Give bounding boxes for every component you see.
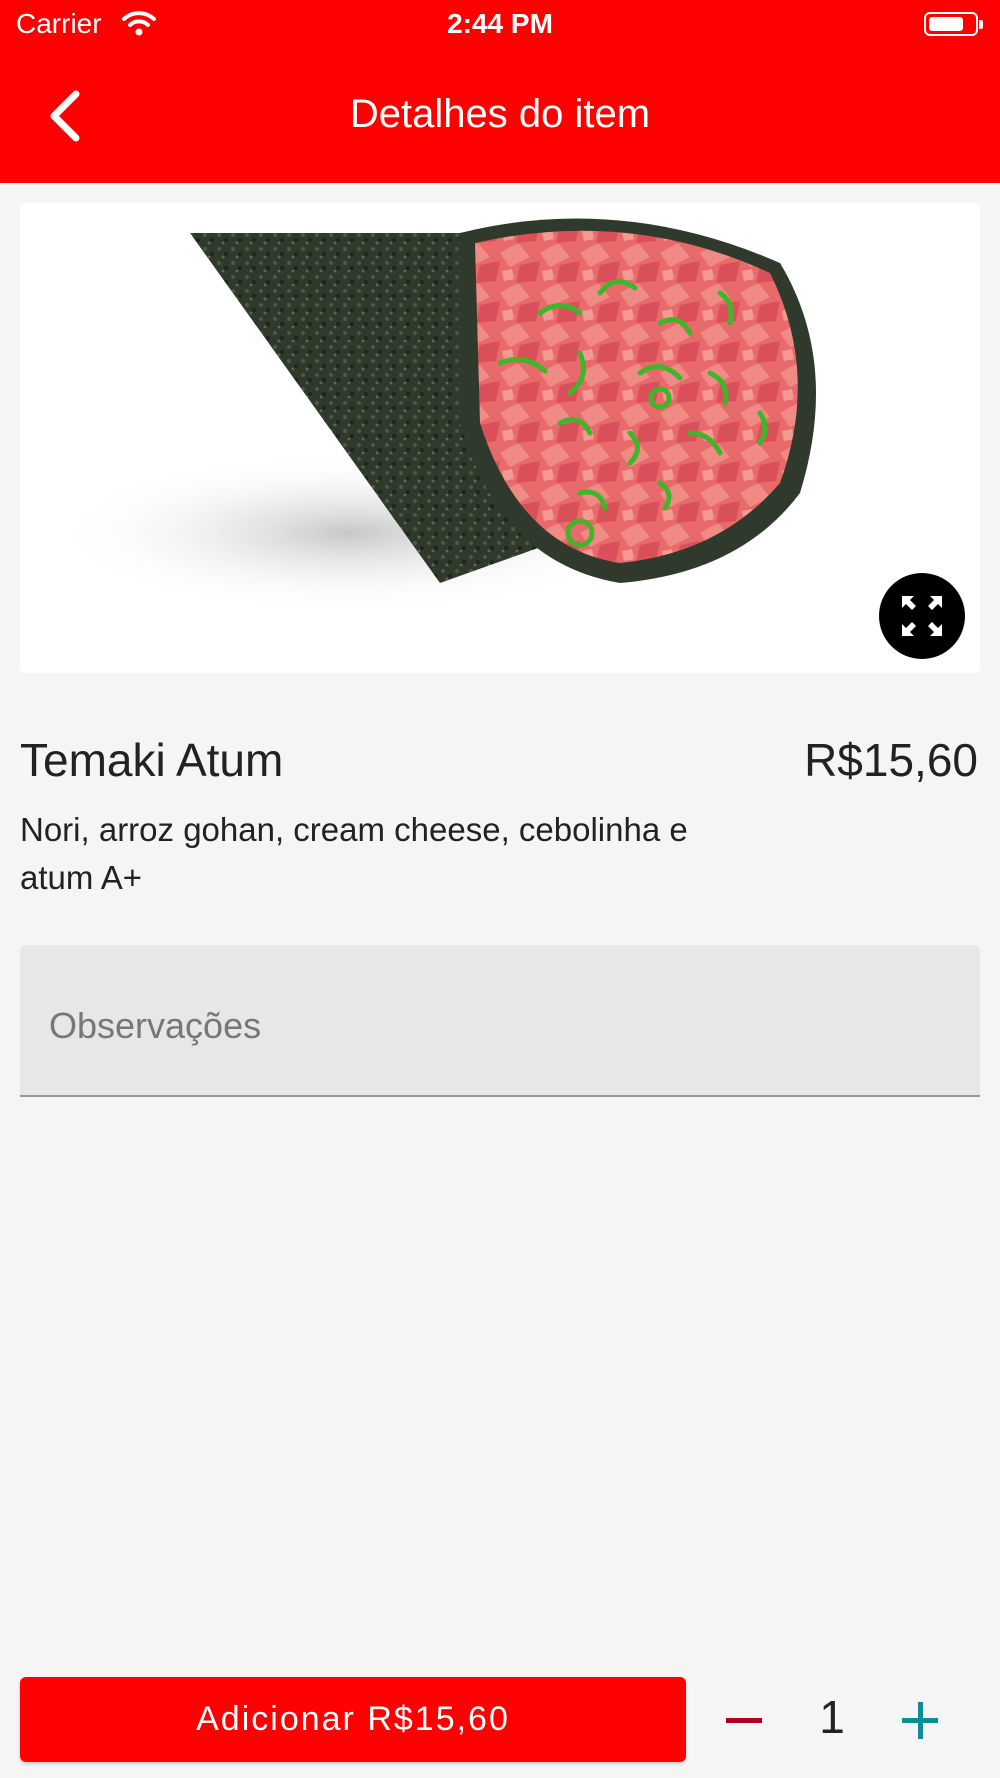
expand-photo-button[interactable] bbox=[879, 573, 965, 659]
add-to-cart-button[interactable]: Adicionar R$15,60 bbox=[20, 1677, 686, 1762]
page-title: Detalhes do item bbox=[349, 92, 651, 136]
quantity-value: 1 bbox=[819, 1691, 845, 1743]
status-time: 2:44 PM bbox=[447, 8, 553, 39]
status-bar: Carrier 2:44 PM bbox=[0, 0, 1000, 50]
expand-arrows-icon bbox=[902, 596, 942, 636]
increase-quantity-button[interactable] bbox=[900, 1690, 942, 1750]
item-description: Nori, arroz gohan, cream cheese, cebolin… bbox=[20, 811, 688, 896]
minus-icon bbox=[726, 1718, 762, 1723]
item-price: R$15,60 bbox=[804, 734, 978, 786]
notes-input[interactable]: Observações bbox=[20, 945, 980, 1097]
app-header: Carrier 2:44 PM Detalhes do item bbox=[0, 0, 1000, 183]
decrease-quantity-button[interactable] bbox=[724, 1690, 766, 1750]
notes-placeholder: Observações bbox=[49, 1005, 262, 1046]
item-name: Temaki Atum bbox=[20, 734, 284, 786]
battery-icon bbox=[924, 12, 983, 36]
item-photo bbox=[20, 203, 980, 673]
